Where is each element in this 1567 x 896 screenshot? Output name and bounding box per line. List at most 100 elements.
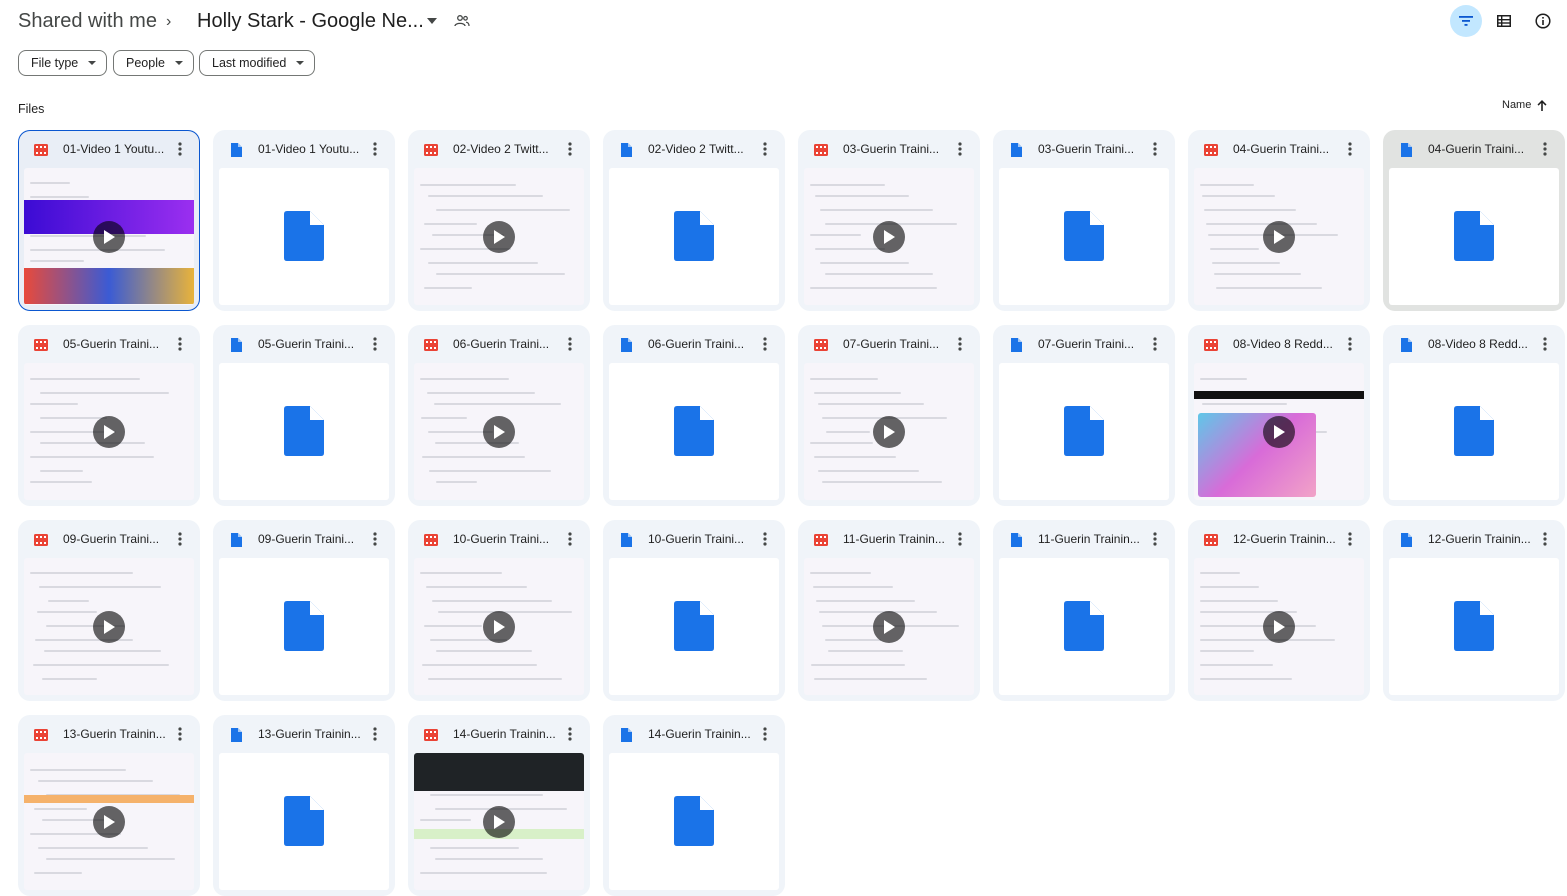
more-options-icon[interactable] <box>1343 140 1357 158</box>
play-icon[interactable] <box>483 611 515 643</box>
more-options-icon[interactable] <box>173 335 187 353</box>
document-thumbnail[interactable] <box>609 753 779 890</box>
document-file-card[interactable]: 08-Video 8 Redd... <box>1383 325 1565 506</box>
video-file-card[interactable]: 03-Guerin Traini... <box>798 130 980 311</box>
video-file-card[interactable]: 13-Guerin Trainin... <box>18 715 200 896</box>
play-icon[interactable] <box>873 611 905 643</box>
document-file-card[interactable]: 07-Guerin Traini... <box>993 325 1175 506</box>
document-thumbnail[interactable] <box>219 753 389 890</box>
video-thumbnail[interactable] <box>414 558 584 695</box>
more-options-icon[interactable] <box>1538 140 1552 158</box>
more-options-icon[interactable] <box>1148 530 1162 548</box>
more-options-icon[interactable] <box>563 335 577 353</box>
play-icon[interactable] <box>483 416 515 448</box>
more-options-icon[interactable] <box>563 530 577 548</box>
video-thumbnail[interactable] <box>1194 558 1364 695</box>
video-thumbnail[interactable] <box>414 753 584 890</box>
video-file-card[interactable]: 07-Guerin Traini... <box>798 325 980 506</box>
video-thumbnail[interactable] <box>414 168 584 305</box>
more-options-icon[interactable] <box>563 140 577 158</box>
play-icon[interactable] <box>1263 221 1295 253</box>
video-thumbnail[interactable] <box>24 753 194 890</box>
folder-menu-caret-icon[interactable] <box>424 11 440 31</box>
play-icon[interactable] <box>873 221 905 253</box>
document-thumbnail[interactable] <box>999 558 1169 695</box>
video-thumbnail[interactable] <box>24 168 194 305</box>
document-thumbnail[interactable] <box>1389 363 1559 500</box>
list-view-button[interactable] <box>1488 5 1520 37</box>
last-modified-filter-chip[interactable]: Last modified <box>199 50 316 76</box>
video-file-card[interactable]: 01-Video 1 Youtu... <box>18 130 200 311</box>
document-thumbnail[interactable] <box>609 168 779 305</box>
video-thumbnail[interactable] <box>414 363 584 500</box>
video-file-card[interactable]: 04-Guerin Traini... <box>1188 130 1370 311</box>
play-icon[interactable] <box>93 416 125 448</box>
document-file-card[interactable]: 04-Guerin Traini... <box>1383 130 1565 311</box>
more-options-icon[interactable] <box>758 530 772 548</box>
more-options-icon[interactable] <box>1343 335 1357 353</box>
play-icon[interactable] <box>1263 611 1295 643</box>
sort-by-name-button[interactable]: Name <box>1502 99 1547 111</box>
video-thumbnail[interactable] <box>24 363 194 500</box>
play-icon[interactable] <box>873 416 905 448</box>
document-file-card[interactable]: 13-Guerin Trainin... <box>213 715 395 896</box>
document-file-card[interactable]: 14-Guerin Trainin... <box>603 715 785 896</box>
document-thumbnail[interactable] <box>219 168 389 305</box>
play-icon[interactable] <box>93 806 125 838</box>
more-options-icon[interactable] <box>758 725 772 743</box>
document-thumbnail[interactable] <box>219 558 389 695</box>
document-thumbnail[interactable] <box>1389 168 1559 305</box>
more-options-icon[interactable] <box>368 140 382 158</box>
video-thumbnail[interactable] <box>1194 363 1364 500</box>
document-file-card[interactable]: 03-Guerin Traini... <box>993 130 1175 311</box>
document-file-card[interactable]: 12-Guerin Trainin... <box>1383 520 1565 701</box>
play-icon[interactable] <box>483 221 515 253</box>
video-file-card[interactable]: 09-Guerin Traini... <box>18 520 200 701</box>
video-file-card[interactable]: 11-Guerin Trainin... <box>798 520 980 701</box>
document-file-card[interactable]: 05-Guerin Traini... <box>213 325 395 506</box>
more-options-icon[interactable] <box>1538 530 1552 548</box>
video-file-card[interactable]: 05-Guerin Traini... <box>18 325 200 506</box>
video-thumbnail[interactable] <box>804 558 974 695</box>
more-options-icon[interactable] <box>953 140 967 158</box>
document-file-card[interactable]: 01-Video 1 Youtu... <box>213 130 395 311</box>
document-thumbnail[interactable] <box>1389 558 1559 695</box>
more-options-icon[interactable] <box>368 725 382 743</box>
play-icon[interactable] <box>1263 416 1295 448</box>
video-file-card[interactable]: 12-Guerin Trainin... <box>1188 520 1370 701</box>
video-file-card[interactable]: 06-Guerin Traini... <box>408 325 590 506</box>
document-thumbnail[interactable] <box>219 363 389 500</box>
document-file-card[interactable]: 10-Guerin Traini... <box>603 520 785 701</box>
document-thumbnail[interactable] <box>999 168 1169 305</box>
play-icon[interactable] <box>93 221 125 253</box>
more-options-icon[interactable] <box>1148 140 1162 158</box>
video-thumbnail[interactable] <box>804 363 974 500</box>
more-options-icon[interactable] <box>1538 335 1552 353</box>
people-filter-chip[interactable]: People <box>113 50 194 76</box>
more-options-icon[interactable] <box>173 140 187 158</box>
more-options-icon[interactable] <box>758 140 772 158</box>
document-thumbnail[interactable] <box>609 363 779 500</box>
document-thumbnail[interactable] <box>999 363 1169 500</box>
filter-toggle-button[interactable] <box>1450 5 1482 37</box>
video-file-card[interactable]: 14-Guerin Trainin... <box>408 715 590 896</box>
more-options-icon[interactable] <box>563 725 577 743</box>
more-options-icon[interactable] <box>953 530 967 548</box>
document-file-card[interactable]: 09-Guerin Traini... <box>213 520 395 701</box>
play-icon[interactable] <box>93 611 125 643</box>
breadcrumb-current-folder[interactable]: Holly Stark - Google Ne... <box>197 10 424 33</box>
video-file-card[interactable]: 08-Video 8 Redd... <box>1188 325 1370 506</box>
document-file-card[interactable]: 06-Guerin Traini... <box>603 325 785 506</box>
more-options-icon[interactable] <box>368 530 382 548</box>
video-thumbnail[interactable] <box>1194 168 1364 305</box>
details-info-button[interactable] <box>1527 5 1559 37</box>
more-options-icon[interactable] <box>953 335 967 353</box>
document-thumbnail[interactable] <box>609 558 779 695</box>
video-file-card[interactable]: 10-Guerin Traini... <box>408 520 590 701</box>
video-thumbnail[interactable] <box>804 168 974 305</box>
file-type-filter-chip[interactable]: File type <box>18 50 108 76</box>
more-options-icon[interactable] <box>1148 335 1162 353</box>
more-options-icon[interactable] <box>1343 530 1357 548</box>
document-file-card[interactable]: 02-Video 2 Twitt... <box>603 130 785 311</box>
document-file-card[interactable]: 11-Guerin Trainin... <box>993 520 1175 701</box>
